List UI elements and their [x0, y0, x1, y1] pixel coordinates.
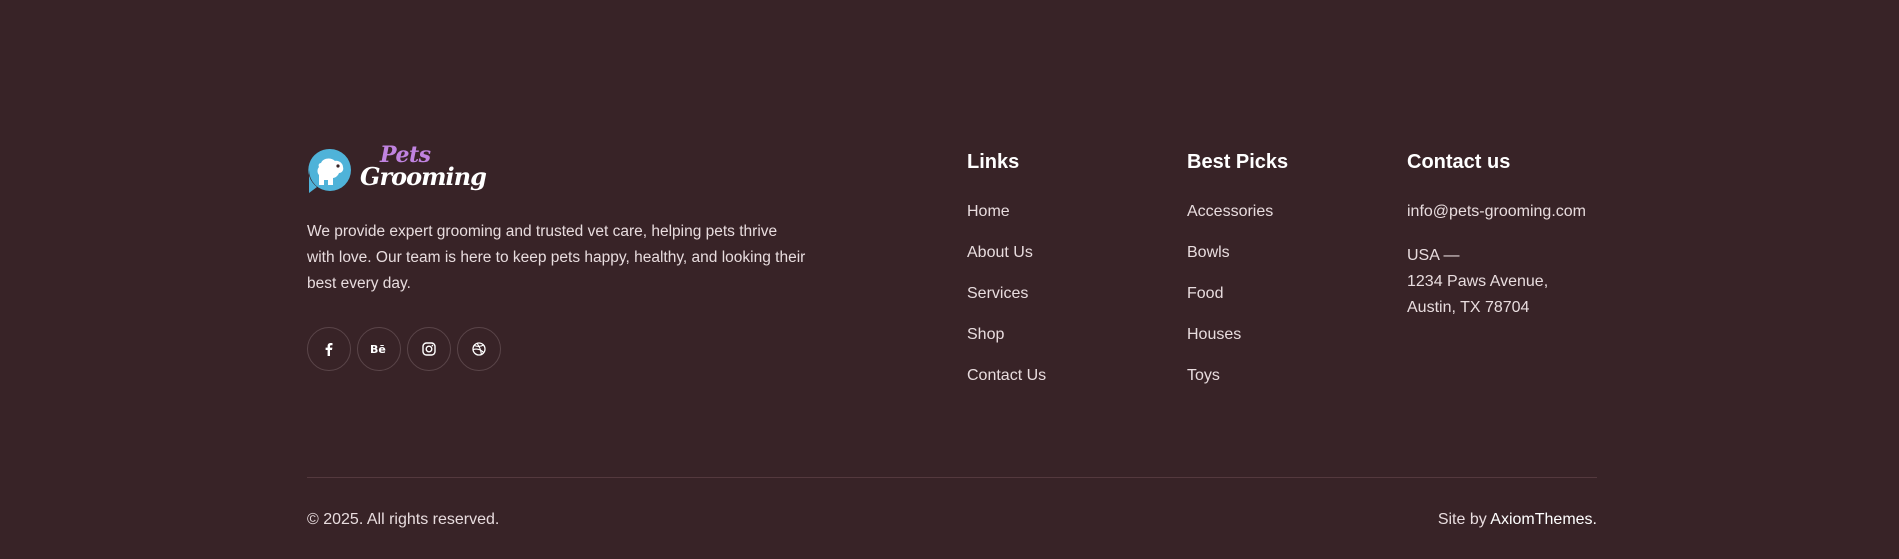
copyright-text: © 2025. All rights reserved. — [307, 511, 500, 528]
contact-title: Contact us — [1407, 151, 1511, 173]
instagram-icon — [422, 342, 436, 356]
link-shop[interactable]: Shop — [967, 325, 1046, 345]
address-line: 1234 Paws Avenue, — [1407, 273, 1549, 290]
link-contact-us[interactable]: Contact Us — [967, 366, 1046, 386]
address-line: Austin, TX 78704 — [1407, 299, 1530, 316]
brand-description: We provide expert grooming and trusted v… — [307, 223, 806, 292]
logo-wordmark: Pets Grooming — [360, 144, 487, 195]
address-line: USA — — [1407, 247, 1460, 264]
facebook-icon — [325, 343, 333, 356]
site-credit: Site by AxiomThemes. — [1438, 510, 1597, 530]
facebook-button[interactable] — [307, 327, 351, 371]
behance-icon: Bē — [370, 343, 386, 355]
brand-block: Pets Grooming We provide expert grooming… — [307, 144, 807, 371]
social-links: Bē — [307, 327, 807, 371]
link-about-us[interactable]: About Us — [967, 243, 1046, 263]
links-column: Links Home About Us Services Shop Contac… — [967, 150, 1046, 407]
logo[interactable]: Pets Grooming — [307, 144, 807, 195]
best-picks-list: Accessories Bowls Food Houses Toys — [1187, 202, 1288, 386]
pick-bowls[interactable]: Bowls — [1187, 243, 1288, 263]
links-title: Links — [967, 151, 1020, 173]
pick-food[interactable]: Food — [1187, 284, 1288, 304]
contact-email[interactable]: info@pets-grooming.com — [1407, 202, 1586, 222]
best-picks-column: Best Picks Accessories Bowls Food Houses… — [1187, 150, 1288, 407]
dribbble-button[interactable] — [457, 327, 501, 371]
contact-address: USA — 1234 Paws Avenue, Austin, TX 78704 — [1407, 243, 1586, 321]
instagram-button[interactable] — [407, 327, 451, 371]
axiomthemes-link[interactable]: AxiomThemes. — [1490, 511, 1597, 528]
footer: Pets Grooming We provide expert grooming… — [307, 0, 1597, 559]
dribbble-icon — [472, 342, 486, 356]
svg-text:Bē: Bē — [370, 343, 386, 355]
link-home[interactable]: Home — [967, 202, 1046, 222]
link-services[interactable]: Services — [967, 284, 1046, 304]
footer-divider — [307, 477, 1597, 478]
pick-toys[interactable]: Toys — [1187, 366, 1288, 386]
links-list: Home About Us Services Shop Contact Us — [967, 202, 1046, 386]
behance-button[interactable]: Bē — [357, 327, 401, 371]
pick-houses[interactable]: Houses — [1187, 325, 1288, 345]
logo-word-grooming: Grooming — [360, 162, 487, 191]
site-credit-prefix: Site by — [1437, 511, 1491, 528]
best-picks-title: Best Picks — [1187, 151, 1289, 173]
contact-column: Contact us info@pets-grooming.com USA — … — [1407, 150, 1586, 321]
pick-accessories[interactable]: Accessories — [1187, 202, 1288, 222]
dog-head-icon — [308, 148, 351, 193]
